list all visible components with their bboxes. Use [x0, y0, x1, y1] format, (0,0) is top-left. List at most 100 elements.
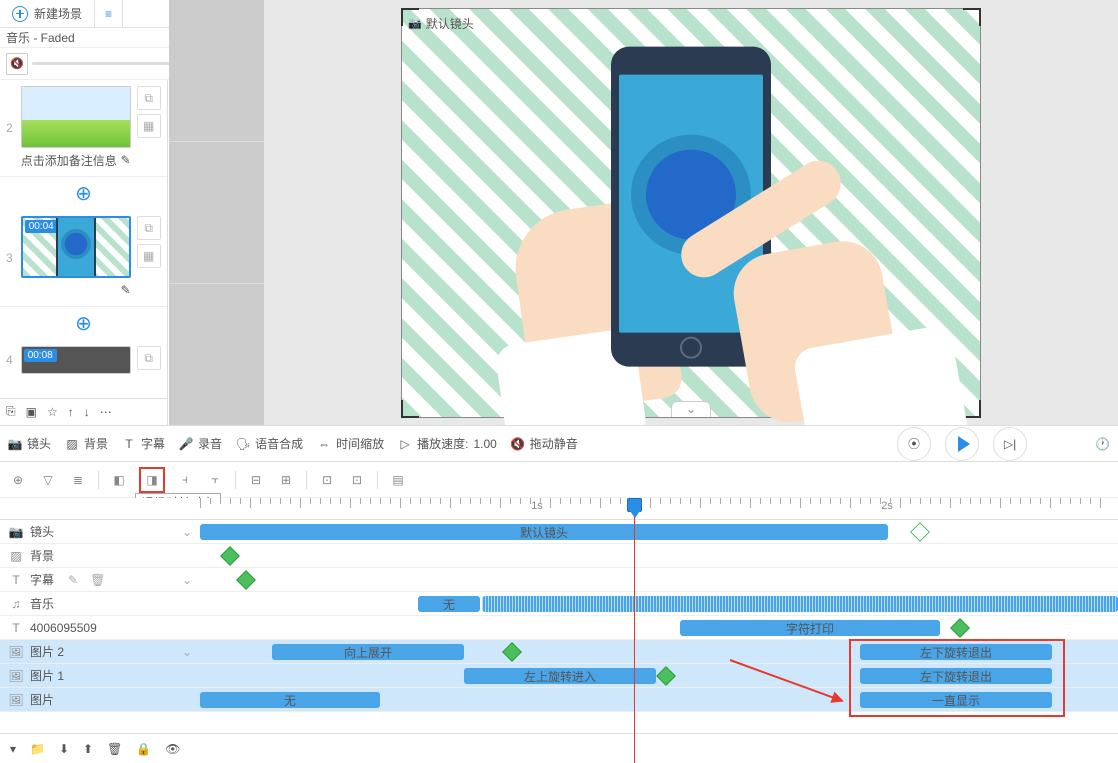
mic-icon: 🎤	[179, 437, 193, 451]
up-icon[interactable]: ↑	[68, 405, 74, 419]
canvas-main[interactable]: 📷 默认镜头 ⌄	[264, 0, 1118, 425]
tab-camera[interactable]: 📷镜头	[8, 435, 51, 452]
add-scene-button[interactable]: ⊕	[0, 177, 167, 210]
tool-icon[interactable]: ▣	[26, 405, 37, 419]
edit-icon[interactable]: ✎	[68, 573, 78, 587]
clip-pic-none[interactable]: 无	[200, 692, 380, 708]
speed-icon: ▷	[398, 437, 412, 451]
dist-icon[interactable]: ⊞	[276, 470, 296, 490]
camera-icon: 📷	[8, 525, 24, 539]
playhead-handle[interactable]	[627, 498, 642, 512]
filter-icon[interactable]: ▽	[38, 470, 58, 490]
clock-icon[interactable]: 🕐	[1095, 437, 1110, 451]
edit-icon[interactable]: ✎	[121, 283, 131, 297]
music-label: 音乐 - Faded	[6, 29, 75, 46]
dist-icon[interactable]: ⊟	[246, 470, 266, 490]
down-icon[interactable]: ↓	[84, 405, 90, 419]
playhead[interactable]	[634, 498, 635, 763]
bg-icon: ▨	[8, 549, 24, 563]
more-icon[interactable]: ⋯	[100, 405, 112, 419]
drag-mute[interactable]: 🔇拖动静音	[511, 435, 578, 452]
scene-note[interactable]: 点击添加备注信息	[21, 152, 117, 169]
scene-index: 4	[6, 353, 15, 367]
align-icon[interactable]: ⫞	[175, 470, 195, 490]
clip-pic2-in[interactable]: 向上展开	[272, 644, 464, 660]
tab-record[interactable]: 🎤录音	[179, 435, 222, 452]
delete-icon[interactable]: 🗑	[90, 573, 105, 587]
subtitle-icon: T	[8, 573, 24, 587]
gap-icon[interactable]: ⊡	[317, 470, 337, 490]
stage[interactable]: 📷 默认镜头 ⌄	[401, 8, 981, 418]
new-scene-label: 新建场景	[34, 5, 82, 22]
list-icon[interactable]: ≡	[95, 0, 123, 27]
keyframe[interactable]	[502, 642, 522, 662]
new-scene-button[interactable]: 新建场景	[0, 0, 95, 27]
clip-pic1-in[interactable]: 左上旋转进入	[464, 668, 656, 684]
scene-thumbnail[interactable]: 00:08	[21, 346, 131, 374]
keyframe[interactable]	[220, 546, 240, 566]
star-icon[interactable]: ☆	[47, 405, 58, 419]
align-icon[interactable]: ⫟	[205, 470, 225, 490]
track-music[interactable]: ♫音乐 无	[0, 592, 1118, 616]
clip-camera[interactable]: 默认镜头	[200, 524, 888, 540]
clip-music-wave[interactable]	[482, 596, 1118, 612]
layers-icon[interactable]: ≣	[68, 470, 88, 490]
scene-item-3[interactable]: 4 00:08 ⧉	[0, 340, 167, 380]
zoom-icon[interactable]: ⊕	[8, 470, 28, 490]
scene-copy-button[interactable]: ⧉	[137, 216, 161, 240]
timeline-ruler[interactable]: 1s 2s	[0, 498, 1118, 520]
scene-item-2[interactable]: 3 00:04 ✎ ⧉ ▦	[0, 210, 167, 307]
collapse-icon[interactable]: ▾	[10, 742, 16, 756]
scene-template-button[interactable]: ▦	[137, 114, 161, 138]
tab-tts[interactable]: 🗣语音合成	[236, 435, 303, 452]
track-background[interactable]: ▨背景	[0, 544, 1118, 568]
clip-music-none[interactable]: 无	[418, 596, 480, 612]
chevron-down-icon[interactable]: ⌄	[182, 525, 192, 539]
canvas-area: 📷 默认镜头 ⌄	[169, 0, 1118, 425]
tab-subtitle[interactable]: T字幕	[122, 435, 165, 452]
tool-icon[interactable]: ⎘	[6, 404, 16, 419]
collapse-button[interactable]: ⌄	[671, 401, 711, 417]
camera-icon: 📷	[8, 437, 22, 451]
tab-background[interactable]: ▨背景	[65, 435, 108, 452]
play-button[interactable]	[945, 427, 979, 461]
prev-button[interactable]: ⦿	[897, 427, 931, 461]
keyframe[interactable]	[910, 522, 930, 542]
mute-button[interactable]: 🔇	[6, 53, 28, 75]
scene-time-tag: 00:04	[25, 220, 58, 233]
edit-icon[interactable]: ✎	[121, 153, 131, 167]
scene-thumbnail-selected[interactable]: 00:04	[21, 216, 131, 278]
playback-speed[interactable]: ▷播放速度: 1.00	[398, 435, 497, 452]
folder-icon[interactable]: 📁	[30, 742, 45, 756]
track-camera[interactable]: 📷镜头⌄ 默认镜头	[0, 520, 1118, 544]
trash-icon[interactable]: 🗑	[107, 742, 122, 756]
prop-icon[interactable]: ▤	[388, 470, 408, 490]
next-button[interactable]: ▷|	[993, 427, 1027, 461]
track-text[interactable]: T4006095509 字符打印	[0, 616, 1118, 640]
add-scene-button[interactable]: ⊕	[0, 307, 167, 340]
keyframe[interactable]	[950, 618, 970, 638]
plus-icon	[12, 6, 28, 22]
scene-copy-button[interactable]: ⧉	[137, 346, 161, 370]
clip-text[interactable]: 字符打印	[680, 620, 940, 636]
gap-icon[interactable]: ⊡	[347, 470, 367, 490]
scene-template-button[interactable]: ▦	[137, 244, 161, 268]
ruler-track[interactable]: 1s 2s	[200, 498, 1118, 519]
lock-icon[interactable]: 🔒	[136, 742, 151, 756]
tab-timescale[interactable]: ⇔时间缩放	[317, 435, 384, 452]
scene-copy-button[interactable]: ⧉	[137, 86, 161, 110]
download-icon[interactable]: ⬇	[59, 742, 69, 756]
upload-icon[interactable]: ⬆	[83, 742, 93, 756]
keyframe[interactable]	[656, 666, 676, 686]
chevron-down-icon[interactable]: ⌄	[182, 573, 192, 587]
scene-thumbnail[interactable]	[21, 86, 131, 148]
align-left-icon[interactable]: ◧	[109, 470, 129, 490]
timescale-icon: ⇔	[317, 437, 331, 451]
track-subtitle[interactable]: T字幕 ✎ 🗑 ⌄	[0, 568, 1118, 592]
eye-icon[interactable]: 👁	[165, 742, 180, 756]
camera-badge: 📷 默认镜头	[408, 15, 474, 32]
scene-item-1[interactable]: 2 点击添加备注信息✎ ⧉ ▦	[0, 80, 167, 177]
chevron-down-icon[interactable]: ⌄	[182, 645, 192, 659]
align-exit-active[interactable]: ◨	[139, 467, 165, 493]
keyframe[interactable]	[236, 570, 256, 590]
